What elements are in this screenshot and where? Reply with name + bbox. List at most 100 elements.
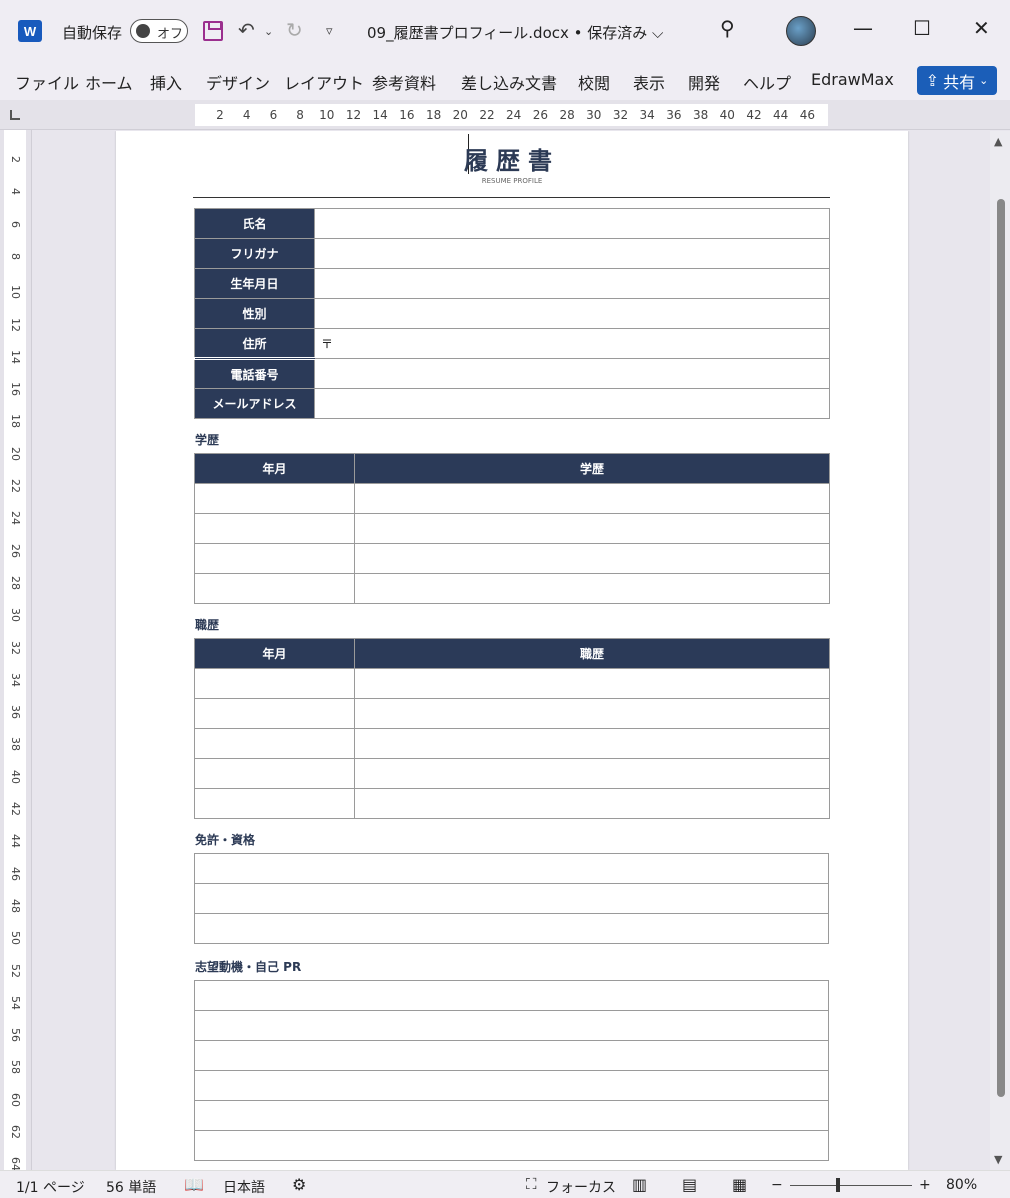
language-indicator[interactable]: 日本語 bbox=[223, 1177, 265, 1197]
education-cell[interactable] bbox=[194, 543, 355, 574]
license-cell[interactable] bbox=[194, 913, 829, 944]
profile-label[interactable]: 住所 bbox=[194, 328, 315, 359]
tab-file[interactable]: ファイル bbox=[15, 70, 79, 94]
read-mode-icon[interactable]: ▥ bbox=[632, 1175, 647, 1194]
profile-value[interactable]: 〒 bbox=[314, 328, 830, 359]
save-icon[interactable] bbox=[203, 21, 223, 41]
motivation-section-title[interactable]: 志望動機・自己 PR bbox=[195, 958, 301, 975]
undo-icon[interactable]: ↶ bbox=[238, 18, 255, 42]
profile-value[interactable] bbox=[314, 298, 830, 329]
profile-label[interactable]: フリガナ bbox=[194, 238, 315, 269]
profile-label[interactable]: 性別 bbox=[194, 298, 315, 329]
license-cell[interactable] bbox=[194, 853, 829, 884]
profile-label[interactable]: 電話番号 bbox=[194, 357, 315, 389]
tab-design[interactable]: デザイン bbox=[206, 70, 270, 94]
career-cell[interactable] bbox=[354, 788, 830, 819]
motivation-cell[interactable] bbox=[194, 980, 829, 1011]
zoom-in-icon[interactable]: + bbox=[919, 1177, 931, 1193]
zoom-out-icon[interactable]: − bbox=[771, 1177, 783, 1193]
profile-value[interactable] bbox=[314, 238, 830, 269]
proofing-icon[interactable]: 📖 bbox=[184, 1175, 204, 1194]
career-cell[interactable] bbox=[354, 698, 830, 729]
profile-label[interactable]: 氏名 bbox=[194, 208, 315, 239]
undo-dropdown-icon[interactable]: ⌄ bbox=[264, 25, 273, 38]
scroll-up-icon[interactable]: ▲ bbox=[994, 135, 1002, 148]
career-col-date[interactable]: 年月 bbox=[194, 638, 355, 669]
education-col-content[interactable]: 学歴 bbox=[354, 453, 830, 484]
word-count[interactable]: 56 単語 bbox=[106, 1177, 156, 1197]
education-cell[interactable] bbox=[194, 483, 355, 514]
zoom-slider-thumb[interactable] bbox=[836, 1178, 840, 1192]
profile-label[interactable]: 生年月日 bbox=[194, 268, 315, 299]
tab-help[interactable]: ヘルプ bbox=[743, 70, 791, 94]
page-subtitle[interactable]: RESUME PROFILE bbox=[116, 177, 908, 185]
education-col-date[interactable]: 年月 bbox=[194, 453, 355, 484]
page-count[interactable]: 1/1 ページ bbox=[16, 1177, 85, 1197]
tab-view[interactable]: 表示 bbox=[633, 70, 665, 94]
motivation-cell[interactable] bbox=[194, 1010, 829, 1041]
license-cell[interactable] bbox=[194, 883, 829, 914]
career-section-title[interactable]: 職歴 bbox=[195, 616, 219, 633]
scroll-down-icon[interactable]: ▼ bbox=[994, 1153, 1002, 1166]
career-col-content[interactable]: 職歴 bbox=[354, 638, 830, 669]
close-icon[interactable]: ✕ bbox=[973, 16, 990, 40]
scrollbar-thumb[interactable] bbox=[997, 199, 1005, 1097]
print-layout-icon[interactable]: ▤ bbox=[682, 1175, 697, 1194]
career-cell[interactable] bbox=[354, 728, 830, 759]
education-cell[interactable] bbox=[194, 573, 355, 604]
motivation-cell[interactable] bbox=[194, 1070, 829, 1101]
vertical-scrollbar[interactable]: ▲ ▼ bbox=[990, 131, 1010, 1170]
education-cell[interactable] bbox=[354, 483, 830, 514]
profile-label[interactable]: メールアドレス bbox=[194, 388, 315, 419]
career-cell[interactable] bbox=[194, 728, 355, 759]
zoom-level[interactable]: 80% bbox=[946, 1177, 977, 1193]
document-canvas[interactable]: 履歴書 RESUME PROFILE 氏名 フリガナ 生年月日 性別 住所〒電話番号 メー… bbox=[33, 131, 990, 1170]
education-cell[interactable] bbox=[354, 513, 830, 544]
tab-layout[interactable]: レイアウト bbox=[284, 70, 364, 94]
document-title[interactable]: 09_履歴書プロフィール.docx • 保存済み ⌵ bbox=[367, 22, 663, 43]
education-cell[interactable] bbox=[354, 573, 830, 604]
share-button[interactable]: ⇪ 共有 ⌄ bbox=[917, 66, 997, 95]
page-title[interactable]: 履歴書 bbox=[116, 141, 908, 176]
web-layout-icon[interactable]: ▦ bbox=[732, 1175, 747, 1194]
career-cell[interactable] bbox=[194, 668, 355, 699]
avatar[interactable] bbox=[786, 16, 816, 46]
autosave-toggle[interactable]: オフ bbox=[130, 19, 188, 43]
word-app-icon[interactable]: W bbox=[18, 20, 42, 42]
zoom-slider[interactable] bbox=[790, 1185, 912, 1186]
tab-home[interactable]: ホーム bbox=[85, 70, 133, 94]
profile-value[interactable] bbox=[314, 208, 830, 239]
profile-value[interactable] bbox=[314, 268, 830, 299]
vertical-ruler[interactable]: 2 4 6 8 10 12 14 16 18 20 22 24 26 28 30 32 34 36 38 40 42 44… bbox=[0, 130, 32, 1170]
document-page[interactable]: 履歴書 RESUME PROFILE 氏名 フリガナ 生年月日 性別 住所〒電話番号 メー… bbox=[116, 131, 908, 1170]
tab-mailings[interactable]: 差し込み文書 bbox=[461, 70, 557, 94]
tab-review[interactable]: 校閲 bbox=[578, 70, 610, 94]
minimize-icon[interactable]: — bbox=[853, 16, 873, 40]
tab-references[interactable]: 参考資料 bbox=[372, 70, 436, 94]
horizontal-ruler[interactable]: 2 4 6 8 10 12 14 16 18 20 22 24 26 28 30 32 34 36 38 40 42 44… bbox=[0, 100, 1010, 130]
maximize-icon[interactable]: ☐ bbox=[913, 16, 931, 40]
focus-label[interactable]: フォーカス bbox=[546, 1177, 616, 1197]
focus-icon[interactable]: ⛶ bbox=[526, 1175, 537, 1193]
tab-developer[interactable]: 開発 bbox=[688, 70, 720, 94]
motivation-cell[interactable] bbox=[194, 1130, 829, 1161]
search-icon[interactable]: ⚲ bbox=[720, 16, 735, 40]
tab-insert[interactable]: 挿入 bbox=[150, 70, 182, 94]
redo-icon[interactable]: ↻ bbox=[286, 18, 303, 42]
career-cell[interactable] bbox=[194, 698, 355, 729]
education-cell[interactable] bbox=[194, 513, 355, 544]
customize-toolbar-icon[interactable]: ▿ bbox=[326, 24, 333, 39]
career-cell[interactable] bbox=[354, 668, 830, 699]
profile-value[interactable] bbox=[314, 358, 830, 389]
tab-edrawmax[interactable]: EdrawMax bbox=[811, 70, 894, 89]
accessibility-icon[interactable]: ⚙ bbox=[292, 1175, 306, 1194]
education-cell[interactable] bbox=[354, 543, 830, 574]
motivation-cell[interactable] bbox=[194, 1040, 829, 1071]
career-cell[interactable] bbox=[194, 788, 355, 819]
education-section-title[interactable]: 学歴 bbox=[195, 431, 219, 448]
career-cell[interactable] bbox=[194, 758, 355, 789]
tab-selector-icon[interactable] bbox=[10, 110, 20, 120]
profile-value[interactable] bbox=[314, 388, 830, 419]
motivation-cell[interactable] bbox=[194, 1100, 829, 1131]
career-cell[interactable] bbox=[354, 758, 830, 789]
